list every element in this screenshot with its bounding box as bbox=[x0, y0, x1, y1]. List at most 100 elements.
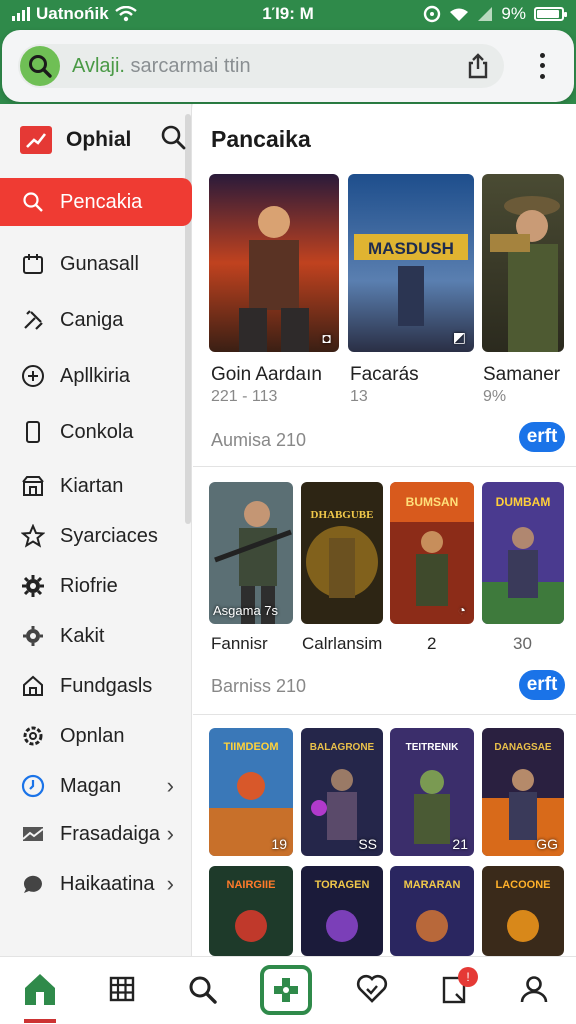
grid-icon[interactable] bbox=[102, 969, 142, 1009]
sidebar-item-syarciaces[interactable]: Syarciaces bbox=[0, 512, 186, 560]
game-card-poster[interactable]: ◘ bbox=[209, 174, 339, 352]
section-label: Aumisa 210 bbox=[211, 430, 307, 450]
home-icon[interactable] bbox=[20, 969, 60, 1009]
sidebar-item-caniga[interactable]: Caniga bbox=[0, 296, 186, 344]
game-title[interactable]: 30 bbox=[513, 634, 532, 654]
game-card-poster[interactable]: MARARAN bbox=[390, 866, 474, 956]
settings-icon bbox=[20, 623, 46, 649]
sidebar-item-opnlan[interactable]: Opnlan bbox=[0, 712, 186, 760]
share-icon[interactable] bbox=[464, 52, 492, 80]
house-icon bbox=[20, 673, 46, 699]
search-icon[interactable] bbox=[182, 969, 222, 1009]
main-content: Pancaika ◘ MASDUSH ◩ Goin Aardaın 221 - … bbox=[193, 104, 576, 956]
sidebar-item-label: Caniga bbox=[60, 308, 124, 331]
calendar-icon bbox=[20, 251, 46, 277]
poster-badge: SS bbox=[358, 836, 377, 852]
sidebar-item-conkola[interactable]: Conkola bbox=[0, 408, 186, 456]
heart-icon[interactable] bbox=[352, 969, 392, 1009]
sidebar-item-haikaatina[interactable]: Haikaatina › bbox=[0, 860, 186, 908]
sidebar-search-icon[interactable] bbox=[160, 124, 186, 150]
game-title[interactable]: Fannisr bbox=[211, 634, 268, 654]
poster-title: MARARAN bbox=[404, 879, 461, 891]
game-card-poster[interactable]: NAIRGIIE bbox=[209, 866, 293, 956]
game-card-poster[interactable]: TORAGEN bbox=[301, 866, 383, 956]
sidebar-item-gunasall[interactable]: Gunasall bbox=[0, 240, 186, 288]
poster-title: TIIMDEOM bbox=[224, 741, 279, 753]
game-card-poster[interactable]: DUMBAM bbox=[482, 482, 564, 624]
more-icon[interactable] bbox=[530, 50, 554, 82]
browser-toolbar: Avlaji. sarcarmai ttin bbox=[2, 30, 574, 102]
poster-title: DUMBAM bbox=[496, 495, 551, 509]
profile-icon[interactable] bbox=[514, 969, 554, 1009]
alarm-icon bbox=[424, 5, 441, 23]
game-title[interactable]: Calrlansim bbox=[302, 634, 382, 654]
section-action-button[interactable]: erft bbox=[519, 670, 565, 700]
bottom-navigation: ! bbox=[0, 956, 576, 1024]
sidebar-item-magan[interactable]: Magan › bbox=[0, 762, 186, 810]
game-card-poster[interactable]: DANAGSAE GG bbox=[482, 728, 564, 856]
game-meta: 13 bbox=[350, 388, 368, 405]
sidebar-item-label: Frasadaiga bbox=[60, 822, 161, 845]
status-right: 9% bbox=[423, 4, 567, 24]
sidebar-item-label: Conkola bbox=[60, 420, 134, 443]
chevron-right-icon[interactable]: › bbox=[167, 871, 174, 897]
game-card-poster[interactable] bbox=[482, 174, 564, 352]
sidebar-item-label: Haikaatina bbox=[60, 872, 155, 895]
game-meta: 221 - 113 bbox=[211, 388, 278, 405]
signal-icon bbox=[12, 7, 30, 21]
chat-icon bbox=[20, 871, 46, 897]
section-action-button[interactable]: erft bbox=[519, 422, 565, 452]
sidebar-item-frasadaiga[interactable]: Frasadaiga › bbox=[0, 810, 186, 858]
game-card-poster[interactable]: BALAGRONE SS bbox=[301, 728, 383, 856]
sidebar-item-kiartan[interactable]: Kiartan bbox=[0, 462, 186, 510]
sidebar-item-label: Opnlan bbox=[60, 724, 125, 747]
status-icon: ◔ bbox=[457, 602, 466, 618]
plus-circle-icon bbox=[20, 363, 46, 389]
poster-badge: 19 bbox=[271, 836, 287, 852]
game-card-poster[interactable]: TIIMDEOM 19 bbox=[209, 728, 293, 856]
game-card-poster[interactable]: MASDUSH ◩ bbox=[348, 174, 474, 352]
sidebar-item-pencakia[interactable]: Pencakia bbox=[0, 178, 192, 226]
gear-icon bbox=[20, 573, 46, 599]
status-bar: Uatnońik 1Ί9: M 9% bbox=[0, 0, 576, 28]
notification-badge: ! bbox=[458, 967, 478, 987]
star-icon bbox=[20, 523, 46, 549]
sidebar: Ophial Pencakia Gunasall Caniga Apllkiri… bbox=[0, 104, 192, 956]
phone-icon bbox=[20, 419, 46, 445]
clock-icon bbox=[20, 773, 46, 799]
sidebar-item-apllkiria[interactable]: Apllkiria bbox=[0, 352, 186, 400]
cog-icon bbox=[20, 723, 46, 749]
game-title[interactable]: Samaner bbox=[483, 364, 560, 386]
poster-title: DANAGSAE bbox=[494, 742, 552, 753]
sidebar-item-riofrie[interactable]: Riofrie bbox=[0, 562, 186, 610]
game-title[interactable]: Goin Aardaın bbox=[211, 364, 322, 386]
divider bbox=[193, 466, 576, 467]
game-card-poster[interactable]: DHABGUBE bbox=[301, 482, 383, 624]
poster-badge: GG bbox=[536, 836, 558, 852]
game-card-poster[interactable]: LACOONE bbox=[482, 866, 564, 956]
sidebar-item-label: Syarciaces bbox=[60, 524, 158, 547]
poster-title: BALAGRONE bbox=[310, 742, 375, 753]
search-icon[interactable] bbox=[20, 46, 60, 86]
poster-title: NAIRGIIE bbox=[227, 879, 276, 891]
url-text[interactable]: Avlaji. sarcarmai ttin bbox=[72, 55, 251, 78]
chevron-right-icon[interactable]: › bbox=[167, 773, 174, 799]
carrier-label: Uatnońik bbox=[36, 4, 109, 23]
game-title[interactable]: Facarás bbox=[350, 364, 419, 386]
page-title: Pancaika bbox=[211, 126, 311, 152]
add-game-icon[interactable] bbox=[260, 965, 312, 1015]
sidebar-item-label: Pencakia bbox=[60, 190, 143, 213]
poster-title: TEITRENIK bbox=[406, 742, 460, 753]
sidebar-item-fundgasls[interactable]: Fundgasls bbox=[0, 662, 186, 710]
game-card-poster[interactable]: Asgama 7s bbox=[209, 482, 293, 624]
home-active-indicator bbox=[24, 1019, 56, 1023]
game-card-poster[interactable]: TEITRENIK 21 bbox=[390, 728, 474, 856]
game-title[interactable]: 2 bbox=[427, 634, 436, 654]
app-logo-icon bbox=[20, 126, 52, 154]
poster-caption: Asgama 7s bbox=[213, 603, 279, 618]
chevron-right-icon[interactable]: › bbox=[167, 821, 174, 847]
sidebar-item-kakit[interactable]: Kakit bbox=[0, 612, 186, 660]
game-card-poster[interactable]: BUMSAN ◔ bbox=[390, 482, 474, 624]
game-meta: 9% bbox=[483, 388, 507, 405]
url-field[interactable]: Avlaji. sarcarmai ttin bbox=[18, 44, 504, 88]
